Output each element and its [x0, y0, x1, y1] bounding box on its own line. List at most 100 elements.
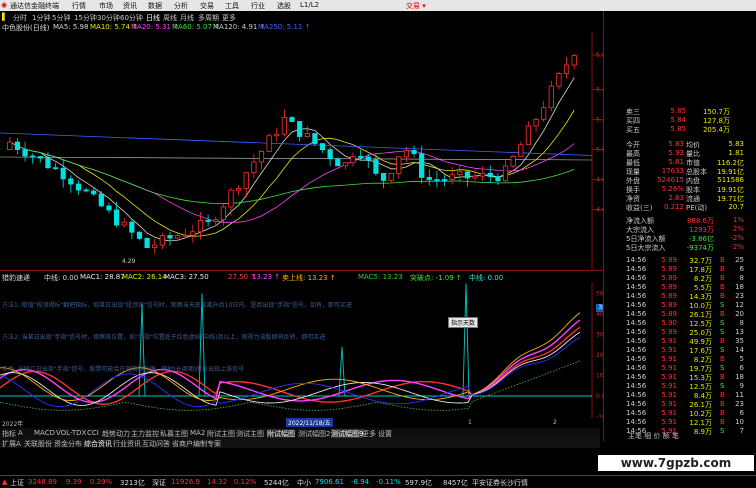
func-tab-related[interactable]: 关联股份 — [24, 439, 52, 449]
candle-body — [304, 133, 310, 137]
quote-row: 换手 5.26% 股本 19.91亿 — [604, 185, 756, 194]
candlestick-chart[interactable]: 5.63 5.40 5.20 5.00 4.80 4.60 — [0, 32, 603, 270]
flow-row: 净流入额 888.6万 1% — [604, 216, 756, 225]
candle-body — [258, 150, 265, 163]
index-status-bar: ▲ 上证 3248.89 9.39 0.29% 3213亿 深证 11926.9… — [0, 475, 756, 488]
account-menu[interactable]: 交易 ▾ — [406, 1, 426, 11]
quote-cell: B — [720, 373, 725, 381]
quote-row: 收益(三) 0.212 PE(动) 20.7 — [604, 203, 756, 212]
indicator-tick-label: 10.00 — [596, 373, 603, 380]
quote-cell: 18 — [735, 283, 744, 291]
low-price-marker: 4.29 — [122, 258, 136, 265]
func-tab-news[interactable]: 综合资讯 — [84, 439, 112, 449]
quote-cell: 5.85 — [670, 107, 686, 115]
idx3-change: -8.94 — [351, 478, 370, 486]
func-tab-fund-dist[interactable]: 资金分布 — [54, 439, 82, 449]
quote-cell: 5日大宗流入 — [626, 244, 666, 252]
price-tick-label: 4.80 — [596, 177, 603, 184]
tick-row: 14:56 5.91 8.4万 B 11 — [604, 391, 756, 400]
function-tabs: 扩展A 关联股份 资金分布 综合资讯 行业资讯 互动问答 省商户编制专案 — [0, 438, 600, 448]
tick-row: 14:56 5.89 32.7万 B 25 — [604, 256, 756, 265]
menu-item-zixun[interactable]: 资讯 — [123, 1, 137, 11]
quote-cell: 25 — [735, 256, 744, 264]
idx1-pct: 0.29% — [90, 478, 113, 486]
menu-item-gongju[interactable]: 工具 — [225, 1, 239, 11]
quote-cell: 5.81 — [668, 158, 684, 166]
candle-body — [106, 205, 112, 211]
candle-body — [495, 176, 501, 182]
idx2-value: 11926.9 — [171, 478, 200, 486]
candle-body — [480, 172, 486, 177]
candle-body — [91, 190, 97, 195]
quote-cell: 14:56 — [626, 301, 647, 309]
indicator-days-popup[interactable]: 指示天数 — [448, 317, 479, 328]
indicator-legend: 猎豹速递 中线: 0.00 MAC1: 28.87 MAC2: 26.14 MA… — [0, 272, 600, 282]
candle-body — [510, 155, 516, 167]
candle-body — [411, 150, 417, 155]
candle-body — [563, 64, 570, 74]
tab-a[interactable]: A — [18, 429, 23, 437]
tick-bottom-tabs[interactable]: 主笔 细 价 额 笔 — [604, 431, 756, 440]
quote-cell: 14:56 — [626, 409, 647, 417]
candle-body — [274, 133, 280, 137]
menu-item-xuangu[interactable]: 选股 — [277, 1, 291, 11]
candle-body — [68, 178, 74, 185]
quote-cell: 5.83 — [728, 140, 744, 148]
menu-item-hangqing[interactable]: 行情 — [72, 1, 86, 11]
menu-item-fenxi[interactable]: 分析 — [174, 1, 188, 11]
candle-body — [60, 167, 66, 180]
tab-cci[interactable]: CCI — [87, 429, 99, 437]
candle-body — [464, 171, 471, 179]
candle-body — [342, 162, 348, 167]
candle-body — [502, 165, 509, 182]
func-tab-special[interactable]: 省商户编制专案 — [172, 439, 221, 449]
quote-cell: B — [720, 265, 725, 273]
quote-cell: B — [720, 283, 725, 291]
candle-body — [365, 156, 371, 161]
candle-body — [319, 143, 326, 151]
menu-item-shichang[interactable]: 市场 — [99, 1, 113, 11]
quote-cell: 买五 — [626, 126, 640, 134]
candle-body — [449, 174, 455, 181]
quote-cell: 5.89 — [661, 274, 677, 282]
quote-cell: 1.81 — [728, 149, 744, 157]
candle-body — [52, 167, 59, 170]
quote-cell: 14:56 — [626, 346, 647, 354]
candle-body — [396, 156, 402, 174]
quote-cell: 6 — [739, 265, 744, 273]
menu-item-l1l2[interactable]: L1/L2 — [300, 1, 319, 9]
tab-macd[interactable]: MACD — [34, 429, 55, 437]
quote-cell: B — [720, 400, 725, 408]
quote-row: 最低 5.81 市值 116.2亿 — [604, 158, 756, 167]
index-up-arrow-icon: ▲ — [2, 478, 8, 486]
candle-body — [113, 209, 120, 226]
price-tick-label: 5.00 — [596, 147, 603, 154]
menu-item-shuju[interactable]: 数据 — [148, 1, 162, 11]
indicator-tick-label: 20.00 — [596, 352, 603, 359]
main-chart-bg — [0, 32, 603, 270]
quote-cell: 5.93 — [668, 149, 684, 157]
func-tab-industry[interactable]: 行业资讯 — [113, 439, 141, 449]
app-logo-icon: ◉ — [1, 1, 8, 9]
quote-cell: S — [720, 301, 725, 309]
flow-row: 5日净流入额 -3.86亿 -2% — [604, 234, 756, 243]
tab-ma2[interactable]: MA2 — [190, 429, 205, 437]
candle-body — [289, 117, 295, 122]
func-tab-expand[interactable]: 扩展A — [2, 439, 21, 449]
candle-body — [358, 156, 364, 158]
quote-cell: 14:56 — [626, 391, 647, 399]
quote-cell: 9 — [739, 382, 744, 390]
candle-body — [121, 221, 127, 226]
quote-cell: 5.84 — [670, 116, 686, 124]
candle-body — [22, 149, 28, 157]
tab-vol-tdx[interactable]: VOL-TDX — [56, 429, 86, 437]
menu-item-hangye[interactable]: 行业 — [251, 1, 265, 11]
date-month-2: 2 — [553, 419, 557, 426]
candle-body — [45, 157, 51, 169]
price-tick-label: 4.60 — [596, 207, 603, 214]
quote-cell: 5.83 — [668, 140, 684, 148]
candle-body — [297, 121, 303, 137]
func-tab-qa[interactable]: 互动问答 — [142, 439, 170, 449]
menu-item-jiaoyi[interactable]: 交易 — [200, 1, 214, 11]
candle-body — [83, 189, 89, 192]
